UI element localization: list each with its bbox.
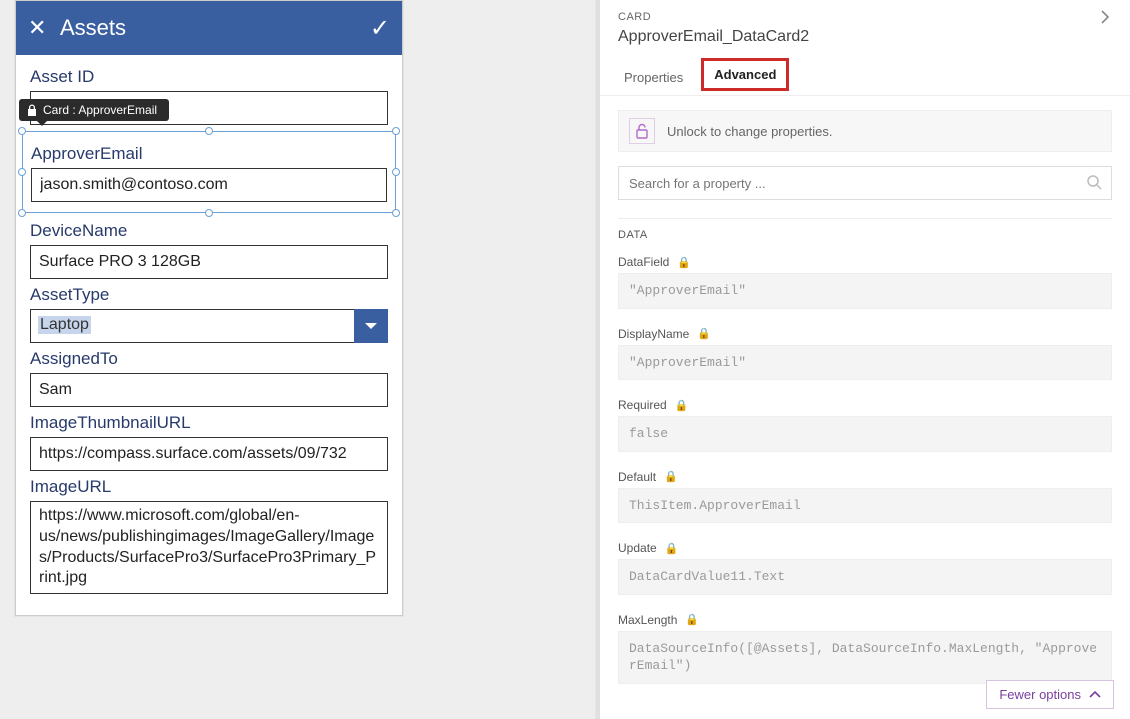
selection-tooltip-text: Card : ApproverEmail [43,103,157,117]
prop-maxlength: MaxLength 🔒 DataSourceInfo([@Assets], Da… [618,613,1112,684]
select-asset-type[interactable]: Laptop [30,309,388,343]
prop-update-value[interactable]: DataCardValue11.Text [618,559,1112,595]
prop-required: Required 🔒 false [618,398,1112,452]
check-icon[interactable]: ✓ [370,14,390,43]
unlock-text: Unlock to change properties. [667,124,832,139]
label-asset-id: Asset ID [30,67,388,87]
prop-default: Default 🔒 ThisItem.ApproverEmail [618,470,1112,524]
property-search [618,166,1112,200]
prop-datafield: DataField 🔒 "ApproverEmail" [618,255,1112,309]
resize-handle[interactable] [392,168,400,176]
selected-card-approver-email[interactable]: Card : ApproverEmail ApproverEmail [22,131,396,213]
resize-handle[interactable] [392,127,400,135]
prop-displayname-value[interactable]: "ApproverEmail" [618,345,1112,381]
tab-advanced[interactable]: Advanced [701,58,789,91]
chevron-right-icon[interactable] [1098,10,1112,24]
panel-header: CARD ApproverEmail_DataCard2 [600,0,1130,58]
panel-kicker: CARD [618,11,651,23]
label-image-url: ImageURL [30,477,388,497]
input-image-url[interactable] [30,501,388,594]
prop-datafield-label: DataField [618,255,669,269]
prop-maxlength-value[interactable]: DataSourceInfo([@Assets], DataSourceInfo… [618,631,1112,684]
resize-handle[interactable] [392,209,400,217]
field-image-url: ImageURL [30,477,388,597]
field-assigned-to: AssignedTo [30,349,388,407]
section-data-label: DATA [618,218,1112,241]
canvas-area: ✕ Assets ✓ Asset ID Card : ApproverEmail [0,0,596,719]
label-thumb-url: ImageThumbnailURL [30,413,388,433]
prop-required-value[interactable]: false [618,416,1112,452]
close-icon[interactable]: ✕ [28,15,56,41]
prop-datafield-value[interactable]: "ApproverEmail" [618,273,1112,309]
lock-icon: 🔒 [697,327,711,340]
resize-handle[interactable] [18,209,26,217]
resize-handle[interactable] [205,127,213,135]
prop-displayname-label: DisplayName [618,327,689,341]
properties-panel: CARD ApproverEmail_DataCard2 Properties … [596,0,1130,719]
prop-update: Update 🔒 DataCardValue11.Text [618,541,1112,595]
label-device-name: DeviceName [30,221,388,241]
chevron-up-icon [1089,689,1101,701]
phone-preview: ✕ Assets ✓ Asset ID Card : ApproverEmail [15,0,403,616]
selection-tooltip: Card : ApproverEmail [19,99,169,121]
prop-required-label: Required [618,398,667,412]
prop-default-value[interactable]: ThisItem.ApproverEmail [618,488,1112,524]
lock-icon: 🔒 [675,399,689,412]
input-device-name[interactable] [30,245,388,279]
lock-icon: 🔒 [685,613,699,626]
tab-properties[interactable]: Properties [618,62,689,95]
phone-header: ✕ Assets ✓ [16,1,402,55]
field-device-name: DeviceName [30,221,388,279]
screen-title: Assets [56,15,370,41]
unlock-icon [629,118,655,144]
chevron-down-icon[interactable] [354,309,388,343]
input-approver-email[interactable] [31,168,387,202]
input-assigned-to[interactable] [30,373,388,407]
label-assigned-to: AssignedTo [30,349,388,369]
input-thumb-url[interactable] [30,437,388,471]
search-input[interactable] [618,166,1112,200]
resize-handle[interactable] [18,168,26,176]
select-asset-type-text: Laptop [38,316,91,334]
fewer-options-button[interactable]: Fewer options [986,680,1114,709]
label-approver-email: ApproverEmail [31,144,387,164]
field-asset-type: AssetType Laptop [30,285,388,343]
lock-icon: 🔒 [664,470,678,483]
lock-icon: 🔒 [677,256,691,269]
form-body: Asset ID Card : ApproverEmail [16,55,402,615]
lock-icon [27,104,37,116]
fewer-options-label: Fewer options [999,687,1081,702]
lock-icon: 🔒 [665,542,679,555]
prop-update-label: Update [618,541,657,555]
panel-tabs: Properties Advanced [600,58,1130,96]
resize-handle[interactable] [18,127,26,135]
resize-handle[interactable] [205,209,213,217]
prop-default-label: Default [618,470,656,484]
panel-title: ApproverEmail_DataCard2 [618,28,1112,46]
search-icon[interactable] [1086,174,1102,190]
label-asset-type: AssetType [30,285,388,305]
unlock-bar[interactable]: Unlock to change properties. [618,110,1112,152]
prop-maxlength-label: MaxLength [618,613,677,627]
prop-displayname: DisplayName 🔒 "ApproverEmail" [618,327,1112,381]
field-thumb-url: ImageThumbnailURL [30,413,388,471]
